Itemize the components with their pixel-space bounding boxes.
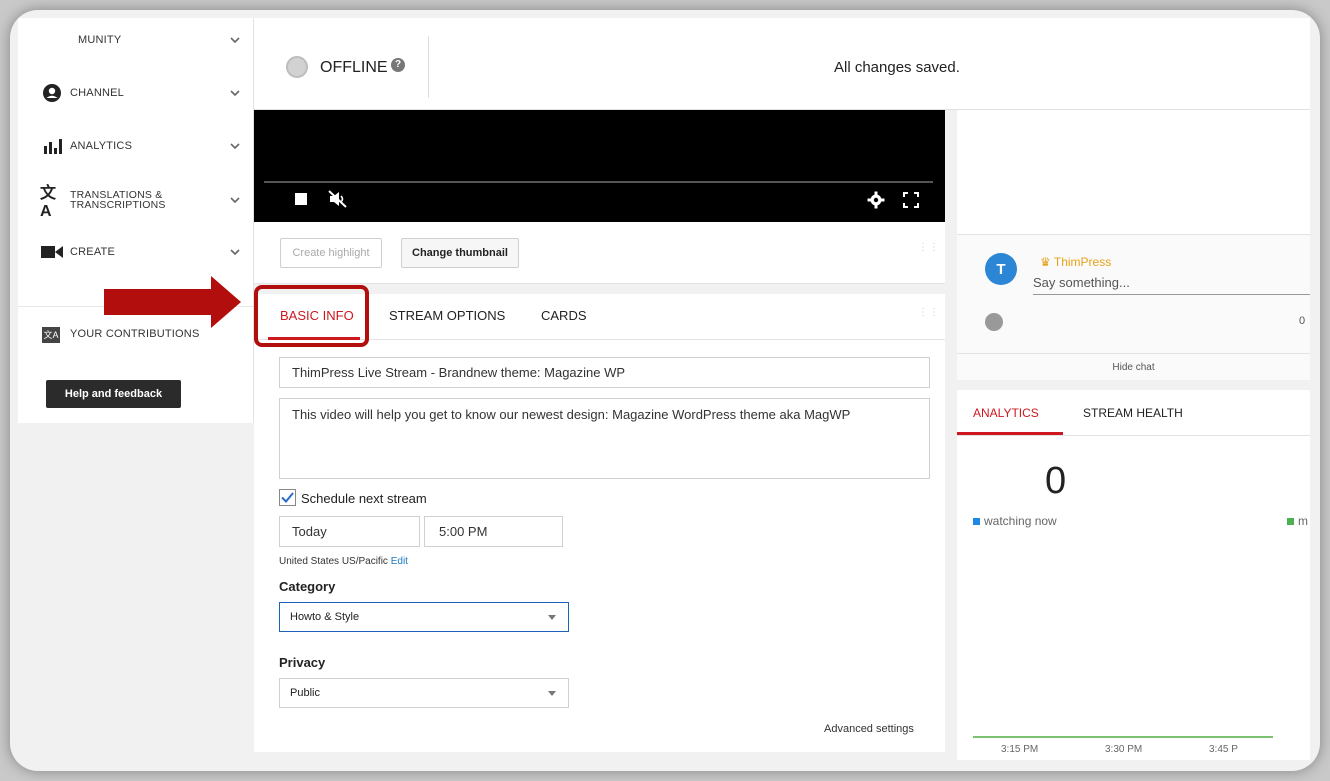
status-bar: OFFLINE ? All changes saved. <box>254 18 1310 110</box>
hide-chat-button[interactable]: Hide chat <box>957 353 1310 381</box>
live-chat-panel: T ♛ ThimPress Say something... 0 Hide ch… <box>957 234 1310 380</box>
dropdown-caret-icon <box>548 615 556 620</box>
privacy-value: Public <box>290 687 320 699</box>
chart-line <box>973 736 1273 738</box>
legend-other: m <box>1287 514 1308 528</box>
schedule-date-input[interactable]: Today <box>279 516 420 547</box>
legend-swatch <box>1287 518 1294 526</box>
sidebar-item-create[interactable]: CREATE <box>18 232 254 272</box>
analytics-panel: ANALYTICS STREAM HEALTH 0 watching now m… <box>957 390 1310 760</box>
create-highlight-button[interactable]: Create highlight <box>280 238 382 268</box>
gear-icon[interactable] <box>867 191 885 214</box>
timezone-value: United States US/Pacific <box>279 556 388 567</box>
privacy-label: Privacy <box>279 655 326 670</box>
dropdown-caret-icon <box>548 691 556 696</box>
sidebar-item-label: ANALYTICS <box>70 139 133 152</box>
stream-info-panel: BASIC INFO STREAM OPTIONS CARDS ⋮⋮ ThimP… <box>254 294 945 752</box>
sidebar-item-label: CREATE <box>70 245 116 258</box>
chevron-down-icon <box>230 143 240 150</box>
sidebar-item-community[interactable]: MUNITY <box>18 20 254 60</box>
annotation-highlight-box <box>254 285 369 347</box>
translate-icon: 文A <box>40 185 57 220</box>
change-thumbnail-button[interactable]: Change thumbnail <box>401 238 519 268</box>
title-input[interactable]: ThimPress Live Stream - Brandnew theme: … <box>279 357 930 388</box>
save-status: All changes saved. <box>834 59 960 76</box>
tab-analytics[interactable]: ANALYTICS <box>973 406 1039 420</box>
legend-swatch <box>973 518 980 526</box>
sidebar-item-label: TRANSLATIONS & TRANSCRIPTIONS <box>70 189 166 211</box>
help-icon[interactable]: ? <box>391 58 405 72</box>
timezone-edit-link[interactable]: Edit <box>391 556 408 567</box>
legend-watching-label: watching now <box>984 514 1057 528</box>
privacy-select[interactable]: Public <box>279 678 569 708</box>
player-toolbar: Create highlight Change thumbnail ⋮⋮ <box>254 222 945 284</box>
annotation-arrow-head <box>211 276 241 328</box>
sidebar-item-channel[interactable]: CHANNEL <box>18 73 254 113</box>
sidebar-item-label: CHANNEL <box>70 86 124 99</box>
status-indicator <box>286 56 308 78</box>
category-label: Category <box>279 579 336 594</box>
schedule-time-input[interactable]: 5:00 PM <box>424 516 563 547</box>
drag-handle-icon[interactable]: ⋮⋮ <box>918 243 939 260</box>
tab-stream-options[interactable]: STREAM OPTIONS <box>389 308 505 323</box>
tab-stream-health[interactable]: STREAM HEALTH <box>1083 406 1183 420</box>
x-tick: 3:45 P <box>1209 744 1238 755</box>
sidebar-item-label: MUNITY <box>78 33 122 46</box>
sidebar-item-translations[interactable]: 文A TRANSLATIONS & TRANSCRIPTIONS <box>18 180 254 220</box>
bar-chart-icon <box>40 134 64 158</box>
chat-username: ♛ ThimPress <box>1040 255 1111 269</box>
legend-other-label: m <box>1298 514 1308 528</box>
chevron-down-icon <box>230 249 240 256</box>
category-select[interactable]: Howto & Style <box>279 602 569 632</box>
chat-char-counter: 0 <box>1299 315 1306 327</box>
chat-username-text: ThimPress <box>1053 255 1112 269</box>
crown-icon: ♛ <box>1040 255 1051 269</box>
chevron-down-icon <box>230 197 240 204</box>
chat-header-area <box>957 110 1310 234</box>
chevron-down-icon <box>230 90 240 97</box>
chevron-down-icon <box>230 37 240 44</box>
advanced-settings-link[interactable]: Advanced settings <box>824 723 914 735</box>
mute-icon[interactable] <box>328 190 348 213</box>
emoji-icon[interactable] <box>985 313 1003 331</box>
legend-watching: watching now <box>973 514 1057 528</box>
x-tick: 3:30 PM <box>1105 744 1143 755</box>
stream-status: OFFLINE <box>320 59 388 76</box>
category-value: Howto & Style <box>290 611 360 623</box>
avatar: T <box>985 253 1017 285</box>
timezone-label: United States US/Pacific Edit <box>279 556 408 567</box>
fullscreen-icon[interactable] <box>902 191 920 214</box>
chat-input[interactable]: Say something... <box>1033 275 1310 295</box>
video-camera-icon <box>40 240 64 264</box>
tab-cards[interactable]: CARDS <box>541 308 587 323</box>
viewer-count: 0 <box>1045 460 1067 502</box>
schedule-label: Schedule next stream <box>301 491 427 506</box>
description-textarea[interactable]: This video will help you get to know our… <box>279 398 930 479</box>
x-tick: 3:15 PM <box>1001 744 1039 755</box>
account-circle-icon <box>40 81 64 105</box>
stop-icon[interactable] <box>294 192 308 211</box>
progress-bar[interactable] <box>264 181 933 183</box>
sidebar-item-analytics[interactable]: ANALYTICS <box>18 126 254 166</box>
translate-box-icon: 文A <box>42 326 60 343</box>
sidebar-item-label: YOUR CONTRIBUTIONS <box>70 328 200 340</box>
video-player[interactable] <box>254 110 945 222</box>
help-feedback-button[interactable]: Help and feedback <box>46 380 181 408</box>
drag-handle-icon[interactable]: ⋮⋮ <box>918 308 939 325</box>
divider <box>957 435 1310 436</box>
schedule-checkbox[interactable] <box>279 489 296 506</box>
divider <box>428 36 429 98</box>
annotation-arrow <box>104 289 212 315</box>
sidebar: MUNITY CHANNEL ANALYTICS 文A TRANSLATIONS… <box>18 18 254 423</box>
